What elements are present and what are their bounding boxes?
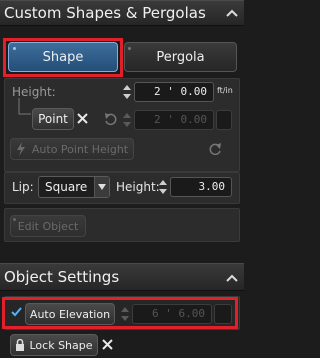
auto-point-height-button[interactable]: Auto Point Height — [10, 138, 134, 160]
chevron-up-icon[interactable] — [226, 8, 238, 18]
tab-pergola[interactable]: Pergola — [124, 42, 237, 72]
point-height-field[interactable]: 2 ' 0.00 — [134, 110, 214, 130]
auto-point-height-label: Auto Point Height — [31, 142, 129, 156]
chevron-up-icon[interactable] — [226, 273, 238, 283]
object-settings-header[interactable]: Object Settings — [0, 263, 244, 291]
indicator-dot — [13, 218, 16, 221]
connector-line — [18, 98, 31, 115]
custom-shapes-header[interactable]: Custom Shapes & Pergolas — [0, 0, 244, 26]
custom-shapes-title: Custom Shapes & Pergolas — [4, 4, 206, 22]
chevron-down-icon — [94, 177, 109, 197]
tab-indicator-dot — [128, 47, 131, 50]
edit-object-button[interactable]: Edit Object — [10, 215, 86, 237]
highlight-object-settings-row — [2, 297, 238, 329]
reset-icon[interactable] — [208, 142, 222, 156]
lip-label: Lip: — [12, 180, 34, 194]
point-unit-field — [216, 110, 232, 130]
point-button-label: Point — [38, 112, 68, 126]
tab-pergola-label: Pergola — [156, 49, 205, 65]
lip-select[interactable]: Square — [38, 176, 110, 198]
object-settings-title: Object Settings — [4, 268, 120, 286]
lip-select-value: Square — [45, 180, 88, 194]
close-icon[interactable] — [77, 113, 88, 124]
lightning-icon — [16, 142, 25, 156]
height-label: Height: — [12, 85, 56, 99]
height-spinner[interactable] — [122, 82, 132, 102]
lip-height-spinner[interactable] — [158, 177, 168, 197]
lip-height-label: Height: — [116, 180, 160, 194]
lock-icon — [16, 339, 25, 351]
lock-shape-label: Lock Shape — [29, 338, 93, 352]
reset-icon[interactable] — [104, 112, 118, 126]
highlight-shape-tab — [3, 38, 123, 77]
lip-height-field[interactable]: 3.00 — [170, 177, 232, 197]
edit-object-label: Edit Object — [17, 219, 79, 233]
unit-label: ft/in — [217, 86, 233, 95]
close-icon[interactable] — [102, 339, 113, 350]
point-button[interactable]: Point — [32, 108, 74, 130]
lock-shape-button[interactable]: Lock Shape — [10, 334, 98, 356]
height-field[interactable]: 2 ' 0.00 — [134, 82, 214, 102]
point-spinner[interactable] — [122, 110, 132, 130]
